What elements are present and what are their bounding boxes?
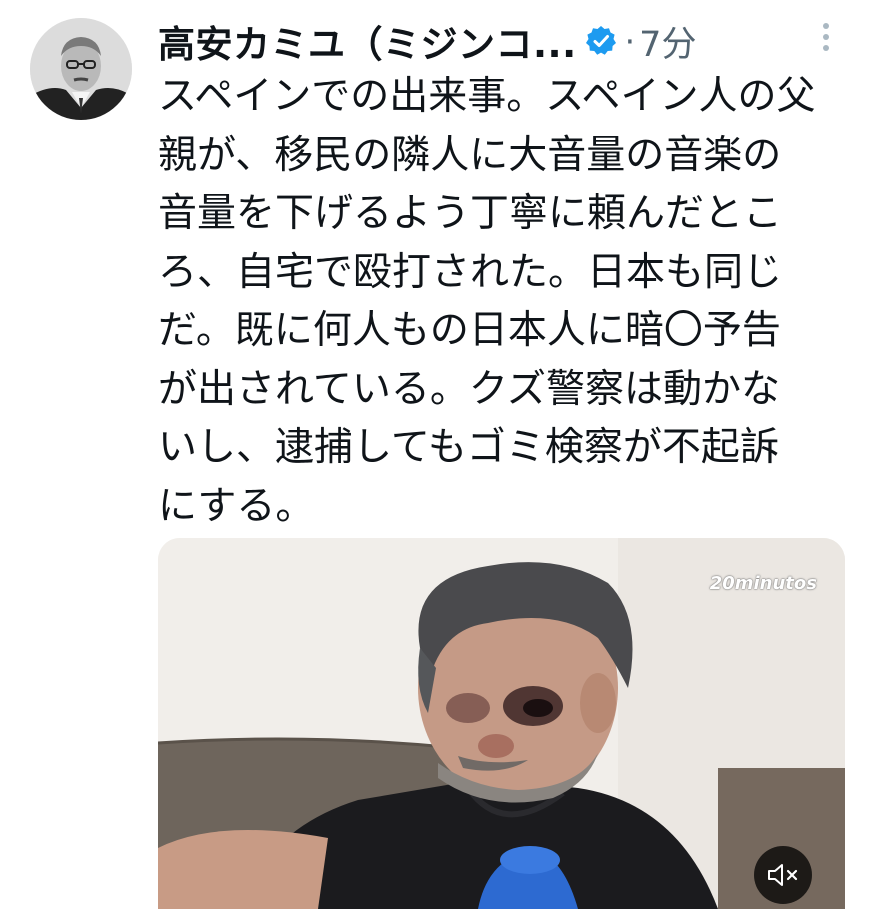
author-name[interactable]: 高安カミユ（ミジンコ... (158, 14, 577, 68)
verified-badge-icon (585, 25, 617, 57)
video-player[interactable]: 20minutos (158, 538, 845, 909)
tweet-header: 高安カミユ（ミジンコ... · 7分 (158, 14, 858, 68)
more-vertical-icon[interactable] (817, 20, 835, 60)
user-avatar[interactable] (30, 18, 132, 120)
dot-separator: · (624, 21, 636, 61)
tweet[interactable]: 高安カミユ（ミジンコ... · 7分 スペインでの出来事。スペイン人の父親が、移… (0, 0, 876, 909)
tweet-text: スペインでの出来事。スペイン人の父親が、移民の隣人に大音量の音楽の音量を下げるよ… (158, 74, 816, 529)
timestamp[interactable]: 7分 (639, 16, 696, 67)
speaker-muted-icon[interactable] (754, 846, 812, 904)
video-watermark: 20minutos (709, 573, 817, 594)
